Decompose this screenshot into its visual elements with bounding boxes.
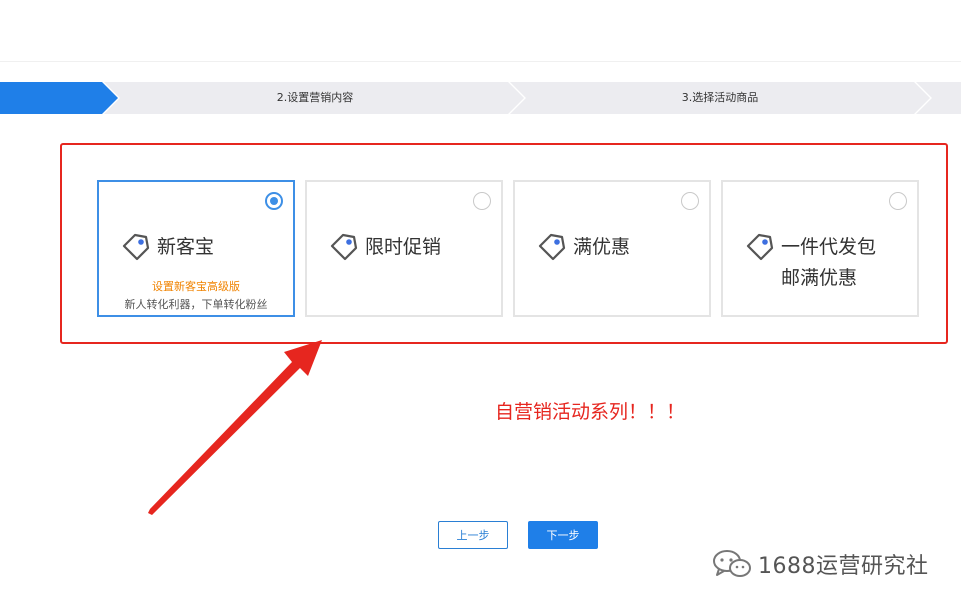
- card-link-advanced[interactable]: 设置新客宝高级版: [99, 280, 293, 294]
- card-head: 限时促销: [329, 232, 441, 263]
- card-title: 满优惠: [573, 236, 631, 258]
- price-tag-icon: [122, 233, 150, 261]
- card-head: 新客宝: [121, 232, 214, 263]
- step-progress-bar: 2.设置营销内容 3.选择活动商品: [0, 82, 961, 114]
- price-tag-icon: [538, 233, 566, 261]
- top-divider: [0, 61, 961, 62]
- card-full-discount[interactable]: 满优惠: [513, 180, 711, 317]
- card-new-customer[interactable]: 新客宝 设置新客宝高级版 新人转化利器，下单转化粉丝: [97, 180, 295, 317]
- price-tag-icon: [330, 233, 358, 261]
- step-label-2: 2.设置营销内容: [276, 91, 354, 104]
- card-title: 新客宝: [157, 236, 215, 258]
- card-description: 新人转化利器，下单转化粉丝: [124, 298, 268, 311]
- card-title: 限时促销: [365, 236, 442, 258]
- price-tag-icon: [746, 233, 774, 261]
- card-radio[interactable]: [265, 192, 283, 210]
- step-label-3: 3.选择活动商品: [681, 91, 759, 104]
- card-radio[interactable]: [889, 192, 907, 210]
- wechat-icon: [713, 550, 751, 577]
- annotation-text: 自营销活动系列！！！: [495, 401, 686, 423]
- card-radio[interactable]: [681, 192, 699, 210]
- card-title: 一件代发包 邮满优惠: [781, 232, 876, 294]
- watermark-text: 1688运营研究社: [758, 554, 929, 579]
- step-chevrons: [0, 82, 961, 114]
- card-dropship-free-shipping[interactable]: 一件代发包 邮满优惠: [721, 180, 919, 317]
- next-step-button[interactable]: 下一步: [528, 521, 598, 549]
- card-radio[interactable]: [473, 192, 491, 210]
- previous-step-button[interactable]: 上一步: [438, 521, 508, 549]
- step-1-segment[interactable]: [0, 82, 118, 114]
- card-head: 满优惠: [537, 232, 630, 263]
- card-limited-promo[interactable]: 限时促销: [305, 180, 503, 317]
- watermark: 1688运营研究社: [712, 548, 929, 580]
- card-title-line2: 邮满优惠: [781, 267, 858, 289]
- card-head: 一件代发包 邮满优惠: [745, 232, 876, 294]
